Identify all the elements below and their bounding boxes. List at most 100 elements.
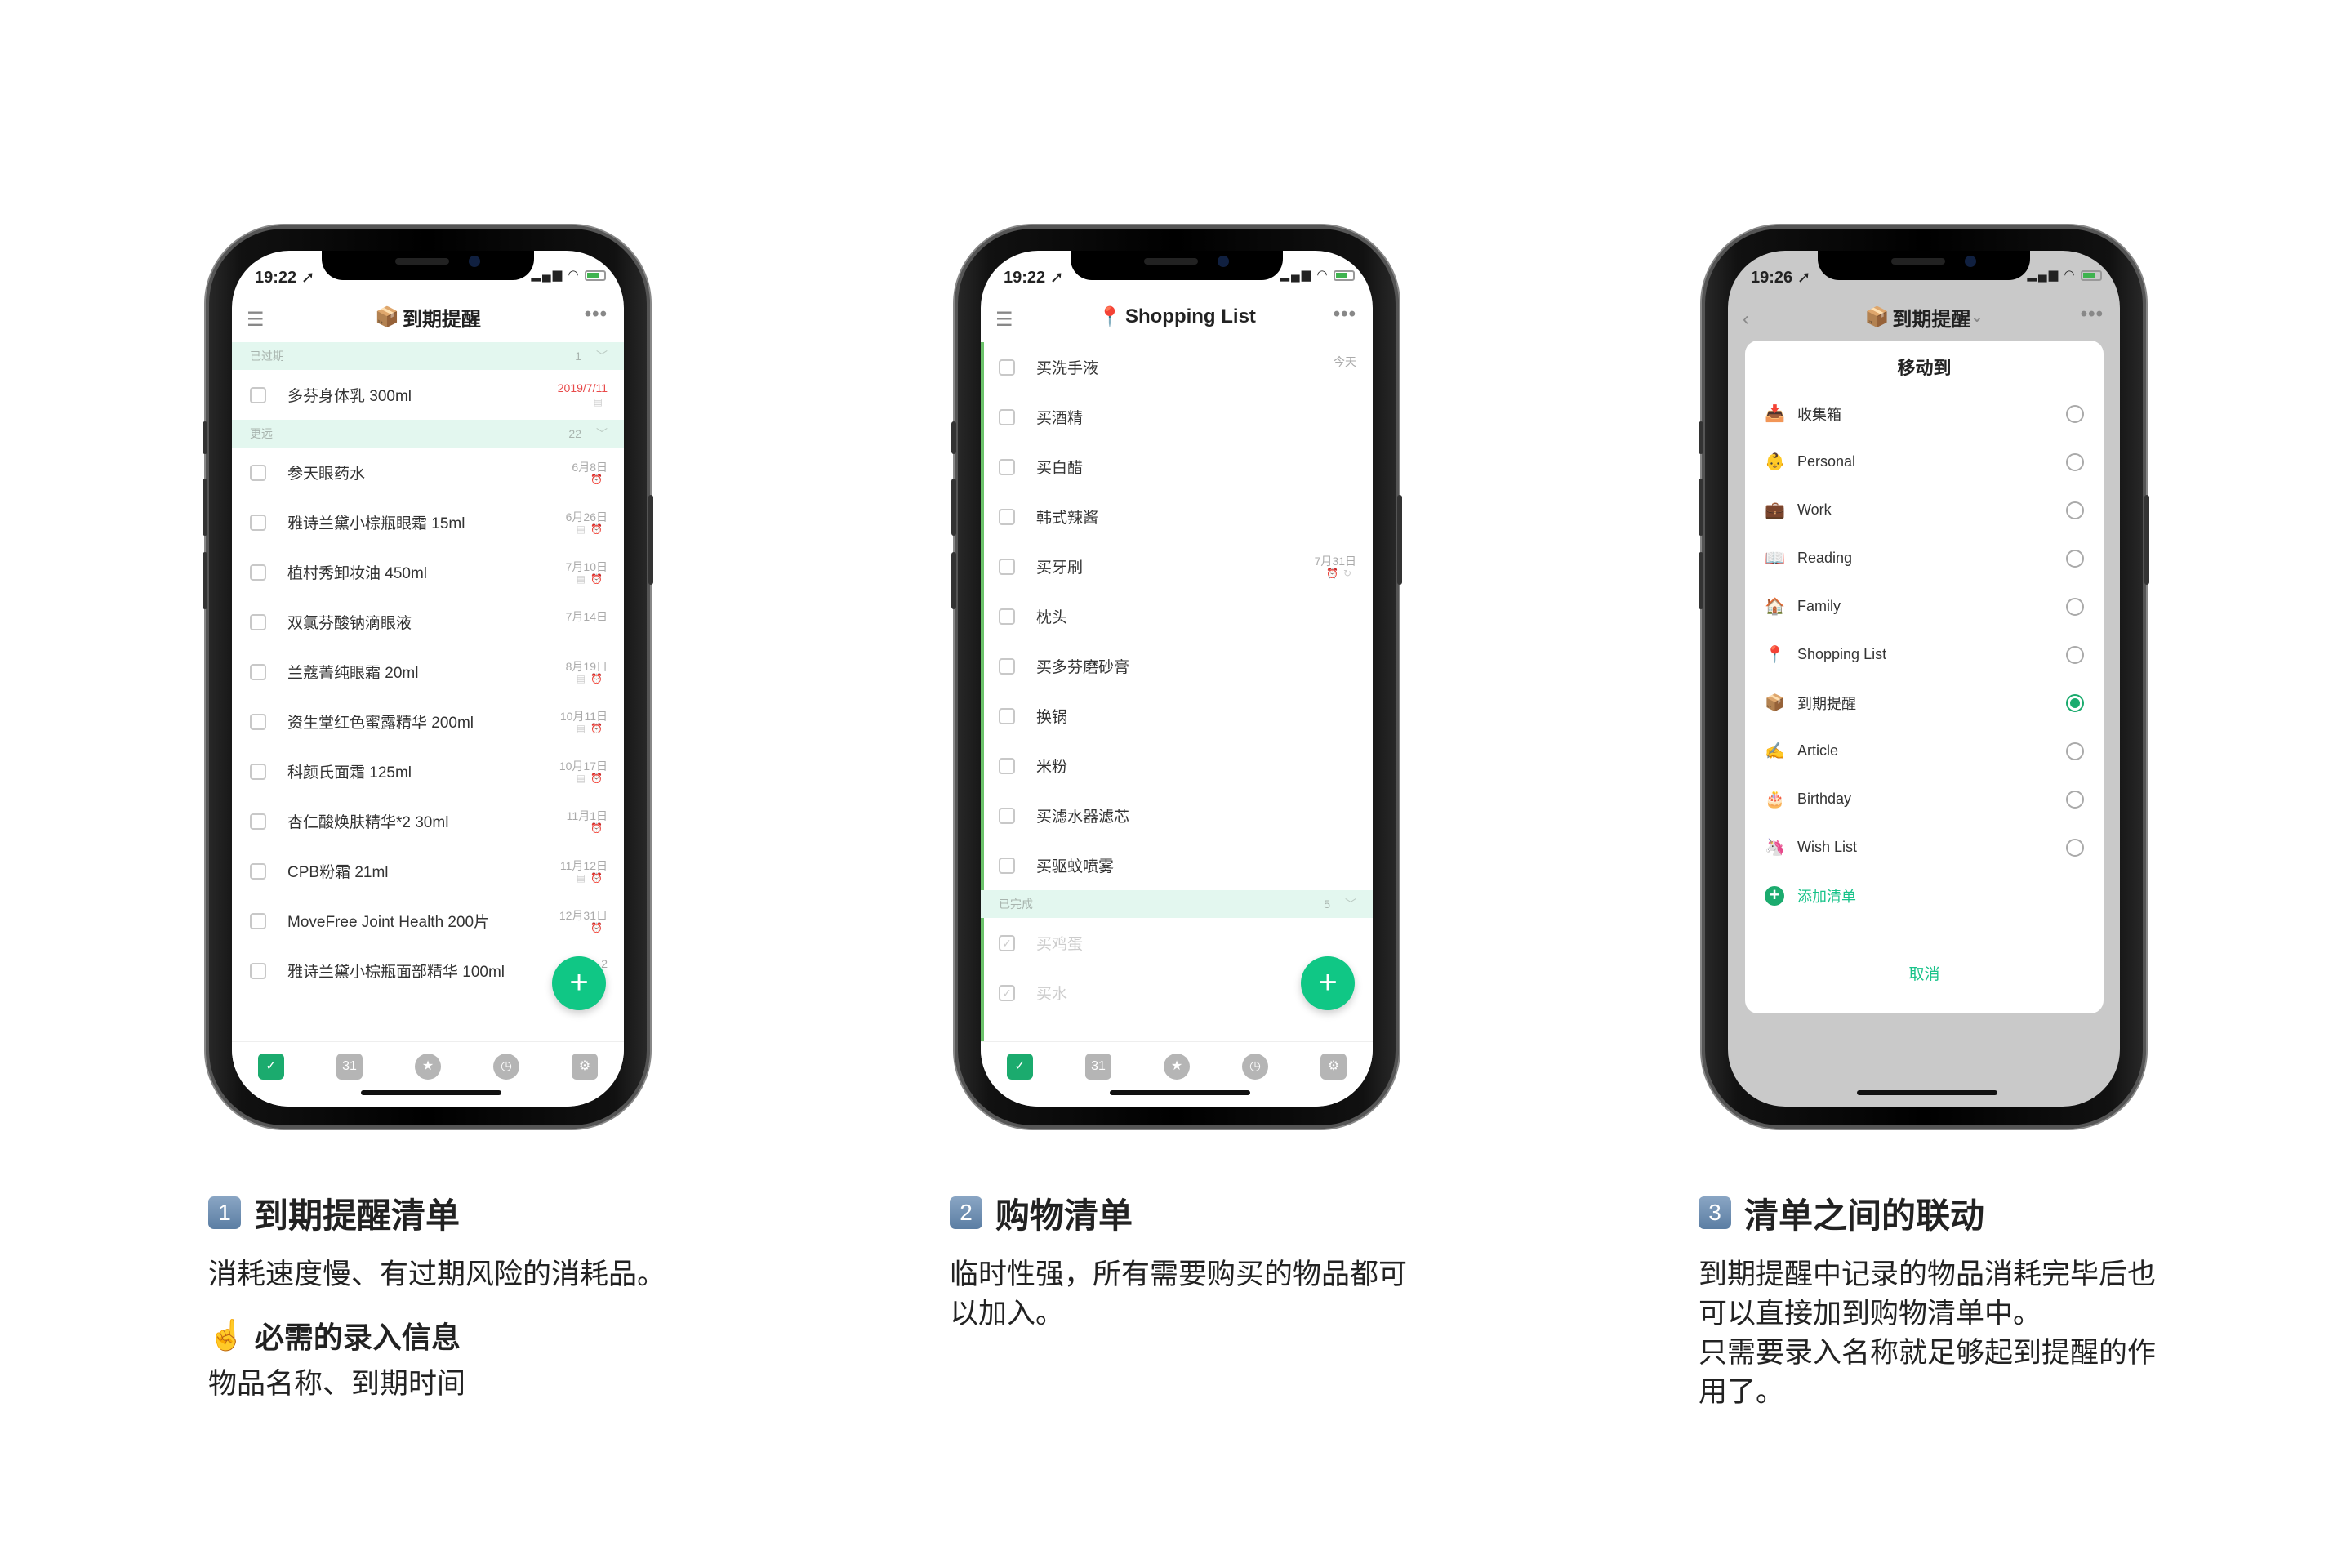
list-option[interactable]: 🏠 Family <box>1745 582 2104 630</box>
list-option[interactable]: 📦 到期提醒 <box>1745 679 2104 727</box>
nav-title[interactable]: Shopping List <box>1125 305 1256 328</box>
alarm-icon: ⏰ <box>590 723 608 734</box>
more-icon[interactable]: ••• <box>1334 303 1356 326</box>
radio-button[interactable] <box>2066 404 2084 423</box>
task-checkbox[interactable] <box>999 359 1015 376</box>
task-row[interactable]: 买洗手液 今天 <box>981 342 1373 392</box>
habit-icon[interactable]: ◷ <box>1242 1054 1268 1080</box>
back-icon[interactable]: ‹ <box>1743 308 1749 331</box>
task-checkbox[interactable] <box>999 807 1015 824</box>
task-checkbox[interactable] <box>250 912 266 929</box>
radio-button[interactable] <box>2066 452 2084 471</box>
more-icon[interactable]: ••• <box>585 303 608 326</box>
task-checkbox[interactable] <box>250 464 266 481</box>
settings-icon[interactable]: ⚙ <box>1320 1054 1347 1080</box>
nav-title[interactable]: 到期提醒 <box>1892 303 1970 332</box>
task-row[interactable]: 换锅 <box>981 691 1373 741</box>
task-row[interactable]: 杏仁酸焕肤精华*2 30ml 11月1日 ⏰ <box>232 796 624 846</box>
task-checkbox[interactable] <box>999 408 1015 425</box>
task-row[interactable]: 资生堂红色蜜露精华 200ml 10月11日 ▤⏰ <box>232 697 624 746</box>
pomodoro-icon[interactable]: ★ <box>1164 1054 1190 1080</box>
menu-icon[interactable]: ☰ <box>247 308 265 332</box>
task-row[interactable]: 买滤水器滤芯 <box>981 791 1373 840</box>
settings-icon[interactable]: ⚙ <box>572 1054 598 1080</box>
menu-icon[interactable]: ☰ <box>995 308 1013 332</box>
task-checkbox[interactable] <box>250 613 266 630</box>
habit-icon[interactable]: ◷ <box>493 1054 519 1080</box>
calendar-icon[interactable]: 31 <box>1085 1054 1111 1080</box>
task-row[interactable]: 多芬身体乳 300ml 2019/7/11 ▤ <box>232 370 624 420</box>
task-row[interactable]: 植村秀卸妆油 450ml 7月10日 ▤⏰ <box>232 547 624 597</box>
task-checkbox[interactable] <box>999 458 1015 475</box>
task-row[interactable]: 买驱蚊喷雾 <box>981 840 1373 890</box>
radio-button[interactable] <box>2066 742 2084 760</box>
task-checkbox[interactable] <box>999 508 1015 525</box>
list-option[interactable]: 💼 Work <box>1745 486 2104 534</box>
list-option[interactable]: 📥 收集箱 <box>1745 390 2104 438</box>
task-row[interactable]: 枕头 <box>981 591 1373 641</box>
task-row[interactable]: 科颜氏面霜 125ml 10月17日 ▤⏰ <box>232 746 624 796</box>
list-option[interactable]: 👶 Personal <box>1745 438 2104 486</box>
list-option[interactable]: 🦄 Wish List <box>1745 823 2104 871</box>
task-checkbox[interactable] <box>250 663 266 680</box>
list-option[interactable]: 🎂 Birthday <box>1745 775 2104 823</box>
radio-button[interactable] <box>2066 645 2084 664</box>
task-checkbox[interactable] <box>999 657 1015 675</box>
add-task-button[interactable]: + <box>552 956 606 1010</box>
cancel-button[interactable]: 取消 <box>1745 962 2104 984</box>
task-row[interactable]: 韩式辣酱 <box>981 492 1373 541</box>
checkbox-icon[interactable]: ✓ <box>1007 1054 1033 1080</box>
task-checkbox[interactable]: ✓ <box>999 984 1015 1001</box>
task-row[interactable]: 买白醋 <box>981 442 1373 492</box>
task-row[interactable]: MoveFree Joint Health 200片 12月31日 ⏰ <box>232 896 624 946</box>
task-checkbox[interactable] <box>999 558 1015 575</box>
radio-button[interactable] <box>2066 790 2084 808</box>
caption-line: 以加入。 <box>950 1298 1065 1330</box>
pomodoro-icon[interactable]: ★ <box>415 1054 441 1080</box>
task-checkbox[interactable] <box>250 862 266 880</box>
task-checkbox[interactable] <box>250 713 266 730</box>
nav-bar: ☰ 📍 Shopping List ••• <box>981 292 1373 342</box>
list-option[interactable]: 📖 Reading <box>1745 534 2104 582</box>
task-checkbox[interactable] <box>250 564 266 581</box>
nav-title[interactable]: 到期提醒 <box>403 303 481 332</box>
radio-button[interactable] <box>2066 597 2084 616</box>
radio-button[interactable] <box>2066 549 2084 568</box>
list-option[interactable]: 📍 Shopping List <box>1745 630 2104 679</box>
task-indicators: ▤⏰ <box>577 872 608 884</box>
task-checkbox[interactable] <box>250 813 266 830</box>
task-checkbox[interactable] <box>250 763 266 780</box>
task-row[interactable]: 买多芬磨砂膏 <box>981 641 1373 691</box>
task-row[interactable]: 买牙刷 7月31日 ⏰↻ <box>981 541 1373 591</box>
task-checkbox[interactable] <box>999 608 1015 625</box>
task-row[interactable]: 兰蔻菁纯眼霜 20ml 8月19日 ▤⏰ <box>232 647 624 697</box>
add-list-button[interactable]: + 添加清单 <box>1745 871 2104 920</box>
chevron-down-icon[interactable]: ⌄ <box>1970 309 1983 326</box>
task-checkbox[interactable] <box>250 962 266 979</box>
task-row[interactable]: CPB粉霜 21ml 11月12日 ▤⏰ <box>232 846 624 896</box>
task-checkbox[interactable]: ✓ <box>999 934 1015 951</box>
calendar-icon[interactable]: 31 <box>336 1054 363 1080</box>
task-checkbox[interactable] <box>999 757 1015 774</box>
add-task-button[interactable]: + <box>1301 956 1355 1010</box>
task-checkbox[interactable] <box>999 857 1015 874</box>
task-row[interactable]: 雅诗兰黛小棕瓶眼霜 15ml 6月26日 ▤⏰ <box>232 497 624 547</box>
more-icon[interactable]: ••• <box>2081 303 2104 326</box>
battery-icon <box>2081 270 2102 281</box>
task-checkbox[interactable] <box>250 514 266 531</box>
radio-button[interactable] <box>2066 693 2084 712</box>
section-header[interactable]: 更远 22 ﹀ <box>232 420 624 448</box>
task-checkbox[interactable] <box>250 386 266 403</box>
list-option[interactable]: ✍️ Article <box>1745 727 2104 775</box>
side-button <box>203 479 207 536</box>
radio-button[interactable] <box>2066 838 2084 857</box>
radio-button[interactable] <box>2066 501 2084 519</box>
task-checkbox[interactable] <box>999 707 1015 724</box>
section-header[interactable]: 已过期 1 ﹀ <box>232 342 624 370</box>
task-row[interactable]: 双氯芬酸钠滴眼液 7月14日 <box>232 597 624 647</box>
task-row[interactable]: 买酒精 <box>981 392 1373 442</box>
section-header[interactable]: 已完成 5 ﹀ <box>981 890 1373 918</box>
task-row[interactable]: 米粉 <box>981 741 1373 791</box>
task-row[interactable]: 参天眼药水 6月8日 ⏰ <box>232 448 624 497</box>
checkbox-icon[interactable]: ✓ <box>258 1054 284 1080</box>
